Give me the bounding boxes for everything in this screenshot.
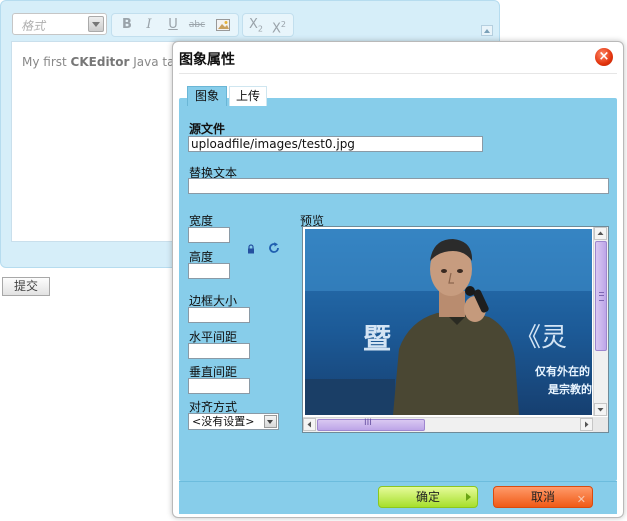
- lock-ratio-icon[interactable]: [246, 244, 256, 254]
- italic-button[interactable]: I: [139, 16, 159, 34]
- source-input[interactable]: uploadfile/images/test0.jpg: [188, 136, 483, 152]
- scroll-thumb-vertical[interactable]: [595, 241, 607, 351]
- format-combo[interactable]: 格式: [12, 13, 107, 35]
- style-button-group: B I U abc: [111, 13, 239, 37]
- scroll-right-button[interactable]: [580, 418, 593, 431]
- arrow-right-icon: [585, 421, 589, 428]
- script-button-group: X2 X2: [242, 13, 294, 37]
- ok-button-label: 确定: [415, 490, 440, 504]
- arrow-up-icon: [597, 231, 604, 235]
- scroll-left-button[interactable]: [303, 418, 316, 431]
- dialog-title: 图象属性: [179, 52, 235, 68]
- preview-box: 暨 《灵 仅有外在的 是宗教的 III: [302, 226, 609, 433]
- editor-toolbar: 格式 B I U abc X2 X2: [6, 8, 494, 37]
- vspace-input[interactable]: [188, 378, 250, 394]
- image-button[interactable]: [213, 16, 233, 34]
- scroll-up-button[interactable]: [594, 227, 607, 240]
- superscript-button[interactable]: X2: [269, 16, 289, 36]
- preview-horizontal-scrollbar[interactable]: III: [303, 417, 593, 432]
- arrow-left-icon: [307, 421, 311, 428]
- preview-image: 暨 《灵 仅有外在的 是宗教的: [305, 229, 592, 415]
- cancel-button[interactable]: 取消 ✕: [493, 486, 593, 508]
- preview-vertical-scrollbar[interactable]: [593, 227, 608, 416]
- preview-caption-line1: 仅有外在的: [535, 365, 590, 378]
- chevron-down-icon[interactable]: [264, 415, 277, 428]
- arrow-down-icon: [597, 408, 604, 412]
- ok-button[interactable]: 确定: [378, 486, 478, 508]
- reset-size-icon[interactable]: [268, 242, 280, 254]
- align-select-value: <没有设置>: [192, 415, 255, 428]
- align-select[interactable]: <没有设置>: [188, 413, 279, 430]
- bold-button[interactable]: B: [117, 16, 137, 34]
- image-icon: [216, 19, 230, 31]
- close-icon[interactable]: ×: [595, 48, 613, 66]
- height-input[interactable]: [188, 263, 230, 279]
- scrollbar-corner: [593, 417, 608, 432]
- title-divider: [179, 73, 617, 74]
- width-input[interactable]: [188, 227, 230, 243]
- content-bold-text: CKEditor: [70, 55, 130, 69]
- source-label: 源文件: [189, 122, 226, 136]
- underline-button[interactable]: U: [163, 16, 183, 34]
- hspace-input[interactable]: [188, 343, 250, 359]
- border-input[interactable]: [188, 307, 250, 323]
- chevron-down-icon[interactable]: [88, 16, 104, 32]
- content-text: My first: [22, 55, 71, 69]
- tab-upload[interactable]: 上传: [229, 86, 267, 106]
- collapse-toolbar-button[interactable]: [481, 25, 493, 36]
- scroll-thumb-grip: III: [364, 418, 372, 428]
- preview-banner-text: 暨: [363, 322, 392, 355]
- cancel-button-label: 取消: [530, 490, 555, 504]
- image-properties-dialog: 图象属性 × 源文件 uploadfile/images/test0.jpg 替…: [172, 41, 624, 518]
- scroll-down-button[interactable]: [594, 403, 607, 416]
- strike-button[interactable]: abc: [187, 16, 207, 34]
- scroll-thumb-horizontal[interactable]: III: [317, 418, 425, 431]
- preview-quote-text: 《灵: [515, 323, 568, 353]
- subscript-button[interactable]: X2: [246, 16, 266, 34]
- preview-caption-line2: 是宗教的: [548, 383, 592, 396]
- tab-image[interactable]: 图象: [187, 86, 227, 106]
- submit-button[interactable]: 提交: [2, 277, 50, 296]
- format-combo-label: 格式: [21, 19, 46, 33]
- arrow-right-icon: [466, 493, 471, 501]
- editor-content: My first CKEditor Java tag: [22, 55, 182, 69]
- alt-text-input[interactable]: [188, 178, 609, 194]
- close-icon: ✕: [576, 493, 586, 506]
